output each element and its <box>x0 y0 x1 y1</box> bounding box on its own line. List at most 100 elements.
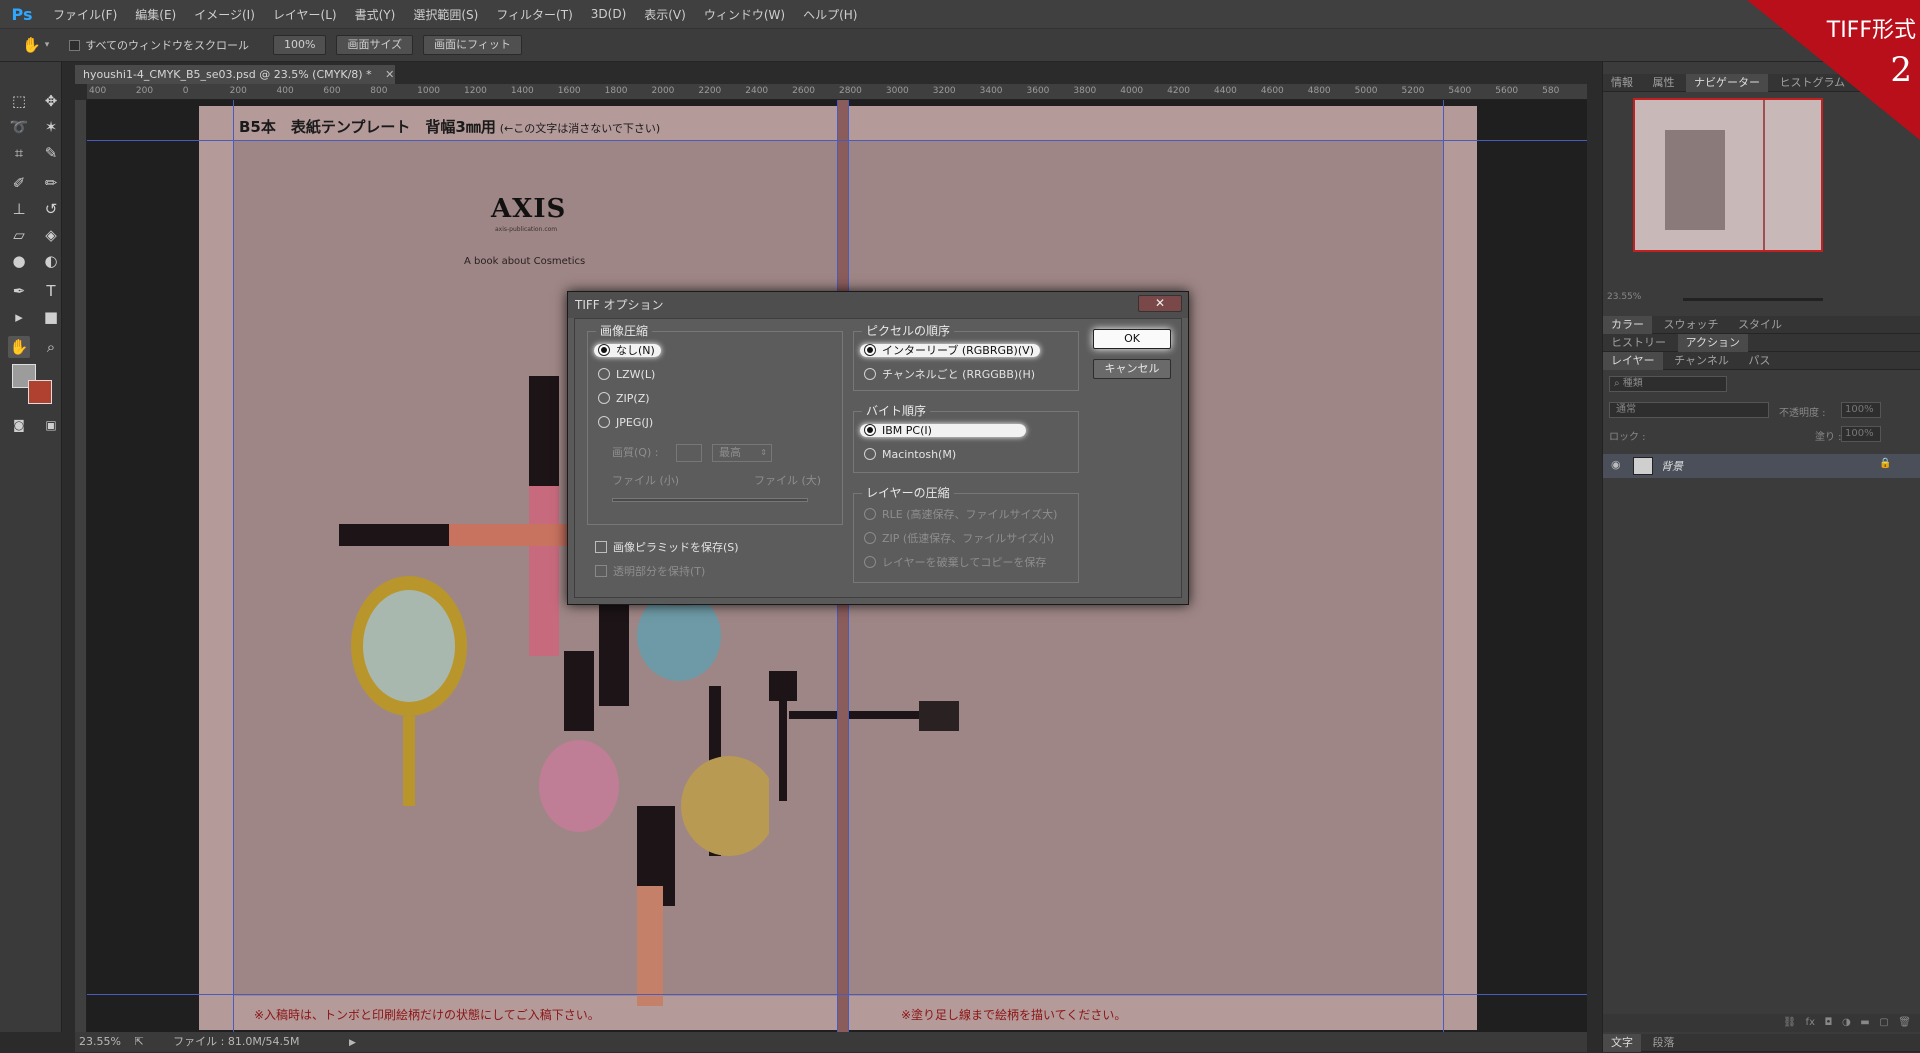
path-selection-tool-icon[interactable]: ▸ <box>8 306 30 328</box>
dodge-tool-icon[interactable]: ◐ <box>40 250 62 272</box>
compression-zip-radio[interactable]: ZIP(Z) <box>598 390 650 408</box>
tab-history[interactable]: ヒストリー <box>1603 334 1674 352</box>
scroll-all-windows-checkbox[interactable] <box>69 39 81 51</box>
menu-3d[interactable]: 3D(D) <box>582 7 635 21</box>
close-tab-icon[interactable]: ✕ <box>385 68 394 81</box>
eyedropper-tool-icon[interactable]: ✎ <box>40 142 62 164</box>
menu-edit[interactable]: 編集(E) <box>126 6 185 23</box>
opacity-field[interactable]: 100% <box>1841 402 1881 418</box>
fill-screen-button[interactable]: 画面にフィット <box>423 35 522 55</box>
dialog-title-bar[interactable]: TIFF オプション <box>568 292 1188 318</box>
hand-tool-icon[interactable]: ✋ <box>22 36 41 54</box>
layer-compression-discard-radio[interactable]: レイヤーを破棄してコピーを保存 <box>864 554 1046 572</box>
compression-jpeg-radio[interactable]: JPEG(J) <box>598 414 653 432</box>
status-menu-arrow-icon[interactable]: ▶ <box>349 1038 356 1048</box>
tab-properties[interactable]: 属性 <box>1645 74 1683 92</box>
menu-view[interactable]: 表示(V) <box>635 6 695 23</box>
menu-window[interactable]: ウィンドウ(W) <box>695 6 794 23</box>
quality-select[interactable]: 最高 ⇕ <box>712 444 772 462</box>
screen-mode-icon[interactable]: ▣ <box>40 414 62 436</box>
marquee-tool-icon[interactable]: ⬚ <box>8 90 30 112</box>
tab-layers[interactable]: レイヤー <box>1603 352 1663 370</box>
tab-info[interactable]: 情報 <box>1603 74 1641 92</box>
navigator-zoom-slider[interactable] <box>1683 298 1823 301</box>
close-icon[interactable]: ✕ <box>1138 295 1182 312</box>
byte-order-ibm-radio[interactable]: IBM PC(I) <box>860 422 1026 440</box>
layer-row[interactable]: ◉ 背景 🔒 <box>1603 454 1920 478</box>
link-layers-icon[interactable]: ⛓ <box>1783 1017 1796 1028</box>
ok-button[interactable]: OK <box>1093 329 1171 349</box>
quality-slider[interactable] <box>612 498 808 502</box>
blur-tool-icon[interactable]: ● <box>8 250 30 272</box>
delete-layer-icon[interactable]: 🗑 <box>1898 1017 1911 1028</box>
tab-paragraph[interactable]: 段落 <box>1645 1034 1683 1052</box>
adjustment-layer-icon[interactable]: ◑ <box>1842 1017 1851 1028</box>
save-transparency-checkbox[interactable]: 透明部分を保持(T) <box>595 563 705 581</box>
fx-icon[interactable]: fx <box>1806 1017 1815 1028</box>
compression-none-radio[interactable]: なし(N) <box>594 342 661 360</box>
navigator-zoom-value[interactable]: 23.55% <box>1607 292 1641 302</box>
new-layer-icon[interactable]: ▢ <box>1879 1017 1888 1028</box>
navigator-preview[interactable] <box>1633 98 1823 252</box>
zoom-100-button[interactable]: 100% <box>273 35 327 55</box>
byte-order-mac-radio[interactable]: Macintosh(M) <box>864 446 956 464</box>
blend-mode-select[interactable]: 通常 <box>1609 402 1769 418</box>
magic-wand-tool-icon[interactable]: ✶ <box>40 116 62 138</box>
tab-channels[interactable]: チャンネル <box>1666 352 1737 370</box>
quick-mask-icon[interactable]: ◙ <box>8 414 30 436</box>
tab-character[interactable]: 文字 <box>1603 1034 1641 1052</box>
share-icon[interactable]: ⇱ <box>134 1035 143 1048</box>
history-brush-tool-icon[interactable]: ↺ <box>40 198 62 220</box>
zoom-level[interactable]: 23.55% <box>79 1035 121 1048</box>
guide-line[interactable] <box>1443 100 1444 1032</box>
pen-tool-icon[interactable]: ✒ <box>8 280 30 302</box>
tab-navigator[interactable]: ナビゲーター <box>1686 74 1768 92</box>
layer-compression-rle-radio[interactable]: RLE (高速保存、ファイルサイズ大) <box>864 506 1057 524</box>
tab-actions[interactable]: アクション <box>1677 334 1748 352</box>
shape-tool-icon[interactable]: ■ <box>40 306 62 328</box>
layer-filter-select[interactable]: ⌕ 種類 <box>1609 376 1727 392</box>
fill-field[interactable]: 100% <box>1841 426 1881 442</box>
fit-screen-button[interactable]: 画面サイズ <box>336 35 414 55</box>
quality-input[interactable] <box>676 444 702 462</box>
move-tool-icon[interactable]: ✥ <box>40 90 62 112</box>
brush-tool-icon[interactable]: ✏ <box>40 172 62 194</box>
file-size-info[interactable]: ファイル : 81.0M/54.5M <box>173 1035 299 1048</box>
menu-file[interactable]: ファイル(F) <box>44 6 126 23</box>
layer-name[interactable]: 背景 <box>1661 458 1683 474</box>
guide-line[interactable] <box>87 994 1587 995</box>
guide-line[interactable] <box>87 140 1587 141</box>
menu-filter[interactable]: フィルター(T) <box>487 6 581 23</box>
tab-swatches[interactable]: スウォッチ <box>1656 316 1727 334</box>
stamp-tool-icon[interactable]: ⊥ <box>8 198 30 220</box>
tab-styles[interactable]: スタイル <box>1730 316 1790 334</box>
guide-line[interactable] <box>233 100 234 1032</box>
visibility-eye-icon[interactable]: ◉ <box>1611 458 1621 471</box>
hand-tool-active-icon[interactable]: ✋ <box>8 336 30 358</box>
background-color-swatch[interactable] <box>28 380 52 404</box>
layer-compression-zip-radio[interactable]: ZIP (低速保存、ファイルサイズ小) <box>864 530 1054 548</box>
save-image-pyramid-checkbox[interactable]: 画像ピラミッドを保存(S) <box>595 539 739 557</box>
menu-select[interactable]: 選択範囲(S) <box>404 6 487 23</box>
tab-histogram[interactable]: ヒストグラム <box>1772 74 1854 92</box>
paint-bucket-tool-icon[interactable]: ◈ <box>40 224 62 246</box>
healing-brush-tool-icon[interactable]: ✐ <box>8 172 30 194</box>
tab-paths[interactable]: パス <box>1740 352 1778 370</box>
menu-help[interactable]: ヘルプ(H) <box>794 6 866 23</box>
lasso-tool-icon[interactable]: ➰ <box>8 116 30 138</box>
menu-type[interactable]: 書式(Y) <box>346 6 405 23</box>
document-tab[interactable]: hyoushi1-4_CMYK_B5_se03.psd @ 23.5% (CMY… <box>75 65 395 84</box>
menu-image[interactable]: イメージ(I) <box>185 6 264 23</box>
pixel-order-per-channel-radio[interactable]: チャンネルごと (RRGGBB)(H) <box>864 366 1035 384</box>
tool-preset-chevron-icon[interactable]: ▾ <box>45 40 50 50</box>
eraser-tool-icon[interactable]: ▱ <box>8 224 30 246</box>
add-mask-icon[interactable]: ◘ <box>1825 1017 1833 1028</box>
menu-layer[interactable]: レイヤー(L) <box>264 6 346 23</box>
zoom-tool-icon[interactable]: ⌕ <box>40 336 62 358</box>
crop-tool-icon[interactable]: ⌗ <box>8 142 30 164</box>
type-tool-icon[interactable]: T <box>40 280 62 302</box>
cancel-button[interactable]: キャンセル <box>1093 359 1171 379</box>
new-group-icon[interactable]: ▬ <box>1860 1017 1869 1028</box>
compression-lzw-radio[interactable]: LZW(L) <box>598 366 655 384</box>
pixel-order-interleaved-radio[interactable]: インターリーブ (RGBRGB)(V) <box>860 342 1040 360</box>
